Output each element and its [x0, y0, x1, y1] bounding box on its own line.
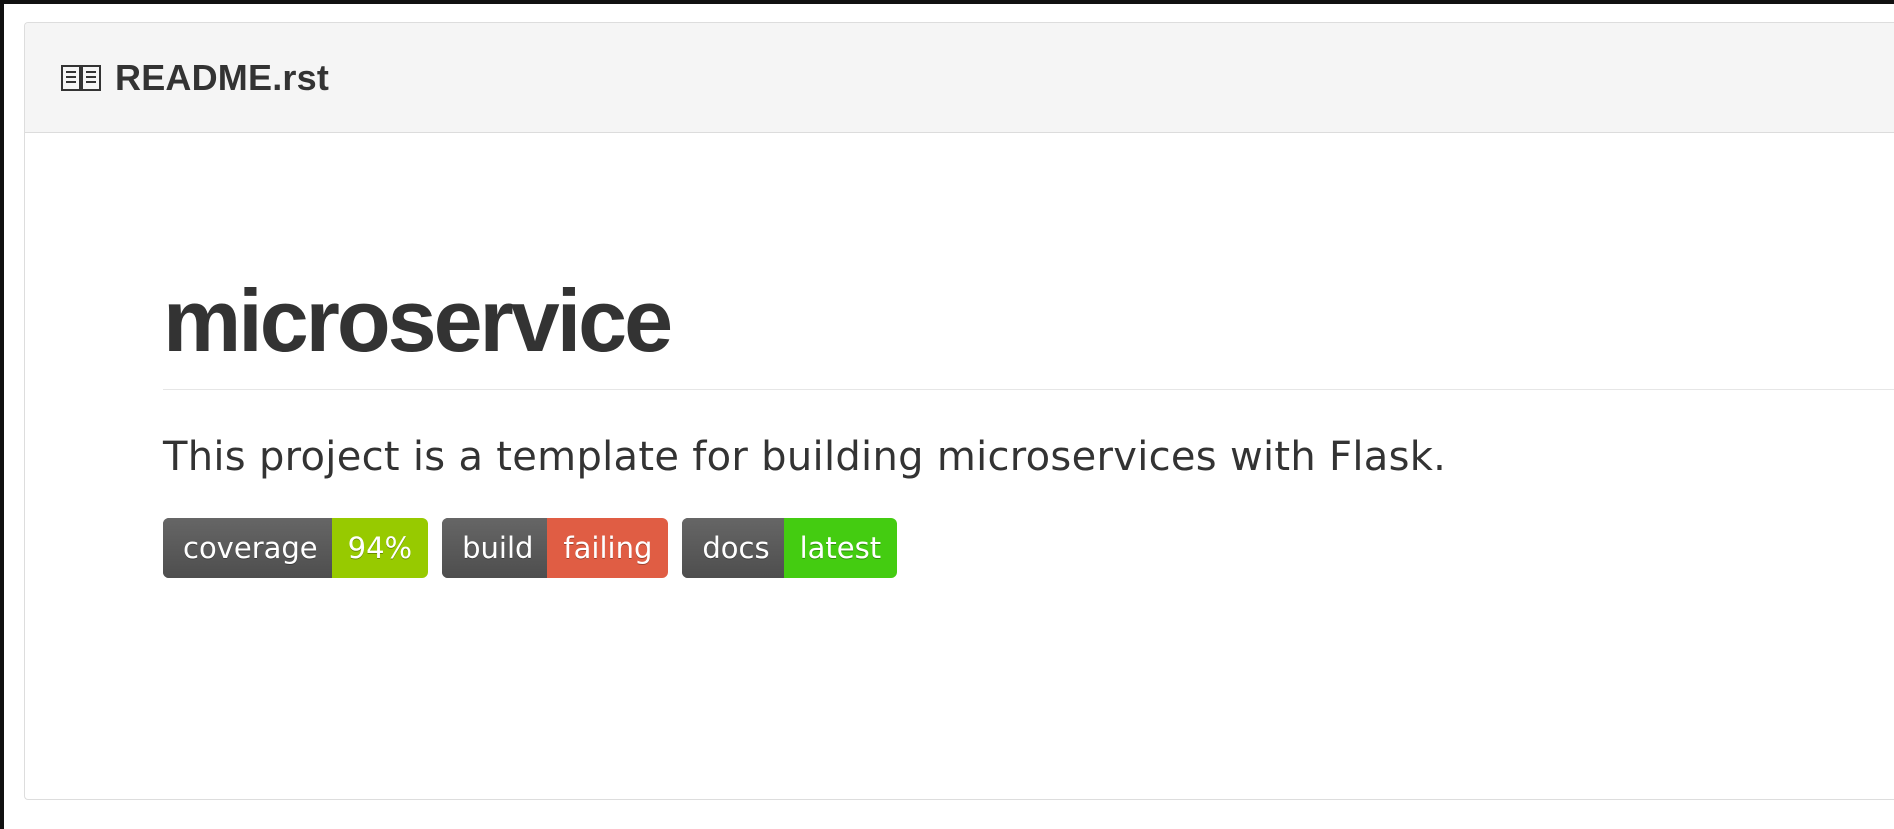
readme-filename: README.rst [115, 56, 330, 98]
coverage-badge[interactable]: coverage 94% [163, 518, 429, 578]
badge-label: coverage [163, 518, 332, 578]
readme-panel: README.rst microservice This project is … [24, 22, 1894, 800]
badge-row: coverage 94% build failing docs latest [163, 518, 1894, 578]
docs-badge[interactable]: docs latest [682, 518, 898, 578]
readme-body: microservice This project is a template … [25, 133, 1894, 578]
project-description: This project is a template for building … [163, 434, 1447, 480]
badge-value: latest [783, 518, 898, 578]
window-frame: README.rst microservice This project is … [0, 0, 1894, 829]
project-title: microservice [163, 271, 1894, 390]
badge-value: 94% [331, 518, 429, 578]
badge-label: docs [682, 518, 784, 578]
badge-value: failing [547, 518, 669, 578]
book-icon [61, 64, 101, 92]
build-badge[interactable]: build failing [442, 518, 669, 578]
readme-header: README.rst [25, 23, 1894, 133]
badge-label: build [442, 518, 548, 578]
